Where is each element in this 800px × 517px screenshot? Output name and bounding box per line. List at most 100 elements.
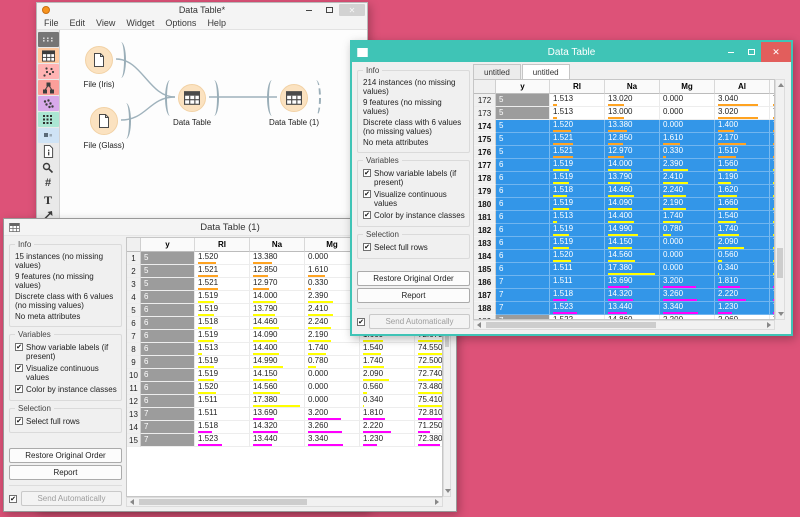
category-data-button[interactable] xyxy=(38,48,59,63)
table-row[interactable]: 1471.51814.3203.2602.22071.250 xyxy=(127,421,442,434)
widget-node-data-table-1[interactable]: Data Table (1) xyxy=(266,83,322,113)
tool-widget-info-button[interactable] xyxy=(38,144,59,159)
checkbox-checked-icon[interactable]: ✔ xyxy=(15,385,23,393)
minimize-icon[interactable] xyxy=(299,3,319,17)
table-row[interactable]: 18771.51814.3203.2602.22071.250 xyxy=(474,289,774,302)
table-row[interactable]: 17861.51913.7902.4101.19072.760 xyxy=(474,172,774,185)
table-row[interactable]: 18361.51914.1500.0002.09072.740 xyxy=(474,237,774,250)
checkbox-checked-icon[interactable]: ✔ xyxy=(15,364,23,372)
table-row[interactable]: 1371.51113.6903.2001.81072.810 xyxy=(127,408,442,421)
menu-item-file[interactable]: File xyxy=(44,18,59,28)
menu-item-view[interactable]: View xyxy=(96,18,115,28)
checkbox-option[interactable]: ✔Select full rows xyxy=(363,243,466,252)
menu-item-options[interactable]: Options xyxy=(165,18,196,28)
table-row[interactable]: 1571.52313.4403.3401.23072.380 xyxy=(127,434,442,447)
column-header-al[interactable]: Al xyxy=(715,80,770,94)
close-icon[interactable]: ✕ xyxy=(761,42,791,62)
maximize-icon[interactable] xyxy=(741,42,761,62)
scroll-right-icon[interactable] xyxy=(435,499,439,505)
table-row[interactable]: 18461.52014.5600.0000.56073.480 xyxy=(474,250,774,263)
dt1-horizontal-scrollbar[interactable] xyxy=(126,497,443,507)
scroll-down-icon[interactable] xyxy=(778,312,784,316)
table-row[interactable]: 1261.51117.3800.0000.34075.410 xyxy=(127,395,442,408)
menu-item-widget[interactable]: Widget xyxy=(126,18,154,28)
scroll-right-icon[interactable] xyxy=(767,322,771,328)
minimize-icon[interactable] xyxy=(721,42,741,62)
column-header-ri[interactable]: RI xyxy=(550,80,605,94)
table-row[interactable]: 1061.51914.1500.0002.09072.740 xyxy=(127,369,442,382)
table-row[interactable]: 18261.51914.9900.7801.74072.500 xyxy=(474,224,774,237)
checkbox-checked-icon[interactable]: ✔ xyxy=(357,318,365,326)
toolbox-handle-button[interactable] xyxy=(38,32,59,47)
checkbox-checked-icon[interactable]: ✔ xyxy=(363,211,371,219)
widget-node-file-iris[interactable]: File (Iris) xyxy=(71,45,127,75)
table-row[interactable]: 861.51314.4001.7401.54074.550 xyxy=(127,343,442,356)
table-row[interactable]: 961.51914.9900.7801.74072.500 xyxy=(127,356,442,369)
table-row[interactable]: 17961.51814.4602.2401.62072.380 xyxy=(474,185,774,198)
category-model-button[interactable] xyxy=(38,80,59,95)
checkbox-checked-icon[interactable]: ✔ xyxy=(9,495,17,503)
glass-titlebar[interactable]: Data Table ✕ xyxy=(352,42,791,62)
checkbox-checked-icon[interactable]: ✔ xyxy=(15,343,23,351)
dt1-restore-original-order-button[interactable]: Restore Original Order xyxy=(9,448,122,463)
scroll-left-icon[interactable] xyxy=(477,322,481,328)
category-evaluate-button[interactable] xyxy=(38,96,59,111)
tool-text-annotation-button[interactable]: T xyxy=(38,192,59,207)
category-unsupervised-button[interactable] xyxy=(38,112,59,127)
column-header-na[interactable]: Na xyxy=(250,238,305,252)
checkbox-checked-icon[interactable]: ✔ xyxy=(363,169,371,177)
column-header-ri[interactable]: RI xyxy=(195,238,250,252)
table-row[interactable]: 17351.51313.0000.0003.02070.700 xyxy=(474,107,774,120)
table-row[interactable]: 17251.51313.0200.0003.04070.480 xyxy=(474,94,774,107)
tab-untitled[interactable]: untitled xyxy=(522,64,570,79)
glass-report-button[interactable]: Report xyxy=(357,288,470,303)
tab-untitled[interactable]: untitled xyxy=(473,64,521,79)
dt1-report-button[interactable]: Report xyxy=(9,465,122,480)
glass-data-table[interactable]: yRINaMgAlSi17251.51313.0200.0003.04070.4… xyxy=(473,79,775,320)
tool-align-grid-button[interactable]: # xyxy=(38,176,59,191)
scrollbar-thumb[interactable] xyxy=(777,248,783,278)
table-row[interactable]: 18671.51113.6903.2001.81072.810 xyxy=(474,276,774,289)
checkbox-option[interactable]: ✔Show variable labels (if present) xyxy=(363,169,466,187)
checkbox-checked-icon[interactable]: ✔ xyxy=(363,190,371,198)
column-header-na[interactable]: Na xyxy=(605,80,660,94)
category-visualize-button[interactable] xyxy=(38,64,59,79)
column-header-y[interactable]: y xyxy=(141,238,195,252)
widget-node-data-table[interactable]: Data Table xyxy=(164,83,220,113)
column-header-mg[interactable]: Mg xyxy=(660,80,715,94)
checkbox-option[interactable]: ✔Visualize continuous values xyxy=(363,190,466,208)
maximize-icon[interactable] xyxy=(319,3,339,17)
checkbox-option[interactable]: ✔Visualize continuous values xyxy=(15,364,118,382)
table-row[interactable]: 18061.51914.0902.1901.66072.670 xyxy=(474,198,774,211)
scrollbar-thumb[interactable] xyxy=(139,499,307,505)
scroll-up-icon[interactable] xyxy=(778,83,784,87)
table-row[interactable]: 17451.52013.3800.0001.40072.250 xyxy=(474,120,774,133)
checkbox-option[interactable]: ✔Color by instance classes xyxy=(15,385,118,394)
canvas-titlebar[interactable]: Data Table* ✕ xyxy=(37,3,367,17)
menu-item-help[interactable]: Help xyxy=(207,18,226,28)
scroll-left-icon[interactable] xyxy=(130,499,134,505)
category-more-button[interactable] xyxy=(38,128,59,143)
dt1-send-automatically-button[interactable]: Send Automatically xyxy=(21,491,122,506)
checkbox-checked-icon[interactable]: ✔ xyxy=(15,417,23,425)
checkbox-option[interactable]: ✔Show variable labels (if present) xyxy=(15,343,118,361)
checkbox-option[interactable]: ✔Select full rows xyxy=(15,417,118,426)
checkbox-option[interactable]: ✔Color by instance classes xyxy=(363,211,466,220)
table-row[interactable]: 17551.52112.8501.6102.17072.180 xyxy=(474,133,774,146)
checkbox-checked-icon[interactable]: ✔ xyxy=(363,243,371,251)
glass-horizontal-scrollbar[interactable] xyxy=(473,320,775,330)
glass-vertical-scrollbar[interactable] xyxy=(775,79,785,320)
table-row[interactable]: 1161.52014.5600.0000.56073.480 xyxy=(127,382,442,395)
tool-search-button[interactable] xyxy=(38,160,59,175)
scrollbar-thumb[interactable] xyxy=(486,322,656,328)
glass-send-automatically-button[interactable]: Send Automatically xyxy=(369,314,470,329)
menu-item-edit[interactable]: Edit xyxy=(70,18,86,28)
table-row[interactable]: 17651.52112.9700.3301.51073.390 xyxy=(474,146,774,159)
table-row[interactable]: 18561.51117.3800.0000.34075.410 xyxy=(474,263,774,276)
column-header-y[interactable]: y xyxy=(496,80,550,94)
scroll-down-icon[interactable] xyxy=(445,489,451,493)
glass-restore-original-order-button[interactable]: Restore Original Order xyxy=(357,271,470,286)
table-row[interactable]: 18871.52313.4403.3401.23072.380 xyxy=(474,302,774,315)
close-icon[interactable]: ✕ xyxy=(339,4,365,16)
table-row[interactable]: 18161.51314.4001.7401.54074.550 xyxy=(474,211,774,224)
